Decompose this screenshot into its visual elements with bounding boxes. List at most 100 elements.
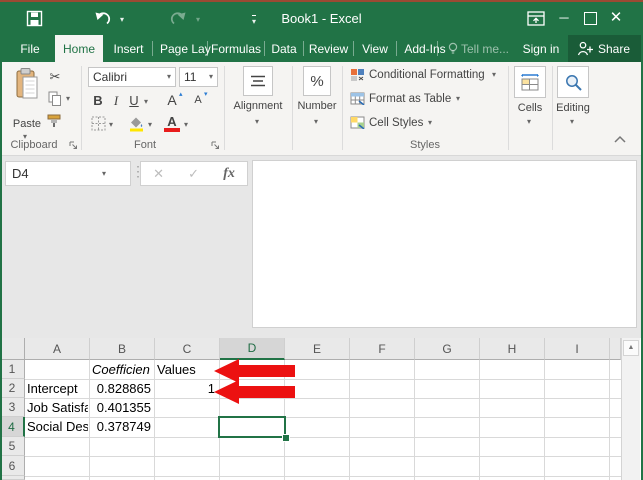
- cell-styles-icon: [350, 116, 365, 129]
- insert-function-icon[interactable]: fx: [223, 166, 235, 182]
- col-header-G[interactable]: G: [415, 338, 480, 360]
- font-color-button[interactable]: A: [165, 114, 179, 129]
- underline-button[interactable]: U: [127, 93, 141, 108]
- row-header-3[interactable]: 3: [0, 398, 25, 417]
- italic-button[interactable]: I: [110, 93, 122, 109]
- borders-icon[interactable]: [91, 116, 106, 131]
- formula-buttons: ✕ ✓ fx: [140, 161, 248, 186]
- fill-color-dropdown-caret[interactable]: ▾: [148, 121, 152, 129]
- decrease-font-button[interactable]: A: [192, 94, 204, 106]
- editing-button[interactable]: [557, 66, 589, 98]
- format-as-table-button[interactable]: Format as Table: [369, 91, 451, 106]
- group-separator: [81, 66, 82, 150]
- col-header-partial[interactable]: [610, 338, 621, 360]
- clipboard-group-label: Clipboard: [10, 139, 58, 151]
- cell-A3[interactable]: Job Satisfa: [27, 398, 88, 417]
- cut-button[interactable]: ✂: [46, 69, 64, 85]
- clipboard-dialog-launcher-icon[interactable]: [69, 141, 78, 150]
- font-name-combo[interactable]: Calibri ▾: [88, 67, 176, 87]
- tell-me-box[interactable]: Tell me...: [461, 35, 517, 62]
- tell-me-lightbulb-icon[interactable]: [447, 42, 459, 56]
- tab-page-layout[interactable]: Page Layo: [154, 35, 211, 62]
- format-painter-icon[interactable]: [46, 113, 64, 129]
- tab-data[interactable]: Data: [266, 35, 302, 62]
- tab-add-ins[interactable]: Add-Ins: [398, 35, 452, 62]
- col-header-I[interactable]: I: [545, 338, 610, 360]
- vertical-scrollbar[interactable]: [621, 338, 640, 480]
- share-button[interactable]: Share: [568, 35, 643, 62]
- cell-B1[interactable]: Coefficien: [92, 360, 153, 379]
- row-header-1[interactable]: 1: [0, 360, 25, 379]
- fill-color-icon[interactable]: [127, 114, 145, 132]
- minimize-button[interactable]: ─: [553, 8, 575, 28]
- row-header-4[interactable]: 4: [0, 417, 25, 437]
- tab-review[interactable]: Review: [305, 35, 352, 62]
- borders-dropdown-caret[interactable]: ▾: [109, 121, 113, 129]
- tab-view[interactable]: View: [355, 35, 395, 62]
- tab-file[interactable]: File: [8, 35, 52, 62]
- name-box-caret[interactable]: ▾: [102, 169, 106, 178]
- cell-B4[interactable]: 0.378749: [90, 417, 151, 436]
- cell-B2[interactable]: 0.828865: [90, 379, 151, 398]
- increase-font-button[interactable]: A: [165, 92, 179, 108]
- conditional-formatting-icon: [351, 69, 364, 81]
- font-dialog-launcher-icon[interactable]: [211, 141, 220, 150]
- sign-in-button[interactable]: Sign in: [518, 35, 564, 62]
- ribbon-display-options-icon[interactable]: [527, 11, 545, 26]
- bold-button[interactable]: B: [91, 93, 105, 108]
- selected-cell-D4[interactable]: [218, 416, 286, 438]
- col-header-H[interactable]: H: [480, 338, 545, 360]
- formula-input[interactable]: [252, 160, 637, 328]
- cell-styles-button[interactable]: Cell Styles: [369, 115, 423, 130]
- ribbon: Paste ▾ ✂ ▾ Clipboard Calibri ▾ 11 ▾ B I…: [0, 62, 643, 156]
- font-group-label: Font: [133, 139, 156, 151]
- close-button[interactable]: ✕: [605, 8, 627, 28]
- tab-insert[interactable]: Insert: [106, 35, 151, 62]
- red-annotation-arrows: [214, 359, 295, 404]
- underline-dropdown-caret[interactable]: ▾: [144, 98, 148, 106]
- collapse-ribbon-chevron-icon[interactable]: [613, 134, 627, 144]
- enter-icon[interactable]: ✓: [188, 166, 199, 182]
- format-as-table-caret: ▾: [456, 94, 461, 103]
- copy-dropdown-caret[interactable]: ▾: [66, 95, 70, 103]
- cells-dropdown-caret[interactable]: ▾: [527, 118, 531, 126]
- cell-styles-caret: ▾: [428, 118, 433, 127]
- alignment-button[interactable]: [243, 66, 273, 96]
- cancel-icon[interactable]: ✕: [153, 166, 164, 182]
- number-dropdown-caret[interactable]: ▾: [314, 118, 318, 126]
- alignment-dropdown-caret[interactable]: ▾: [255, 118, 259, 126]
- editing-dropdown-caret[interactable]: ▾: [570, 118, 574, 126]
- cells-button[interactable]: [514, 66, 546, 98]
- paste-clipboard-icon[interactable]: [13, 68, 39, 100]
- decrease-font-caret: ▾: [204, 91, 208, 98]
- copy-icon[interactable]: [48, 91, 62, 107]
- cell-B3[interactable]: 0.401355: [90, 398, 151, 417]
- corner-header-cell[interactable]: [0, 338, 25, 360]
- gridline: [154, 360, 155, 480]
- col-header-B[interactable]: B: [90, 338, 155, 360]
- col-header-F[interactable]: F: [350, 338, 415, 360]
- fill-handle[interactable]: [282, 434, 290, 442]
- conditional-formatting-button[interactable]: Conditional Formatting: [369, 67, 485, 82]
- row-header-2[interactable]: 2: [0, 379, 25, 398]
- tab-formulas[interactable]: Formulas: [209, 35, 263, 62]
- row-header-5[interactable]: 5: [0, 437, 25, 456]
- row-header-partial[interactable]: [0, 476, 25, 480]
- cell-A2[interactable]: Intercept: [27, 379, 88, 398]
- row-header-6[interactable]: 6: [0, 456, 25, 476]
- paste-button[interactable]: Paste: [8, 118, 46, 130]
- col-header-A[interactable]: A: [25, 338, 90, 360]
- number-group-label: Number: [297, 100, 337, 112]
- cell-A4[interactable]: Social Des: [27, 417, 88, 436]
- gridline: [25, 456, 621, 457]
- font-size-combo[interactable]: 11 ▾: [179, 67, 218, 87]
- tab-home[interactable]: Home: [55, 35, 103, 62]
- name-box[interactable]: D4 ▾: [5, 161, 131, 186]
- tab-separator: [152, 41, 153, 56]
- gridline: [25, 476, 621, 477]
- font-color-swatch: [164, 128, 180, 132]
- number-button[interactable]: %: [303, 66, 331, 96]
- scroll-up-button[interactable]: ▲: [623, 340, 639, 356]
- maximize-button[interactable]: [584, 12, 597, 25]
- font-color-dropdown-caret[interactable]: ▾: [184, 121, 188, 129]
